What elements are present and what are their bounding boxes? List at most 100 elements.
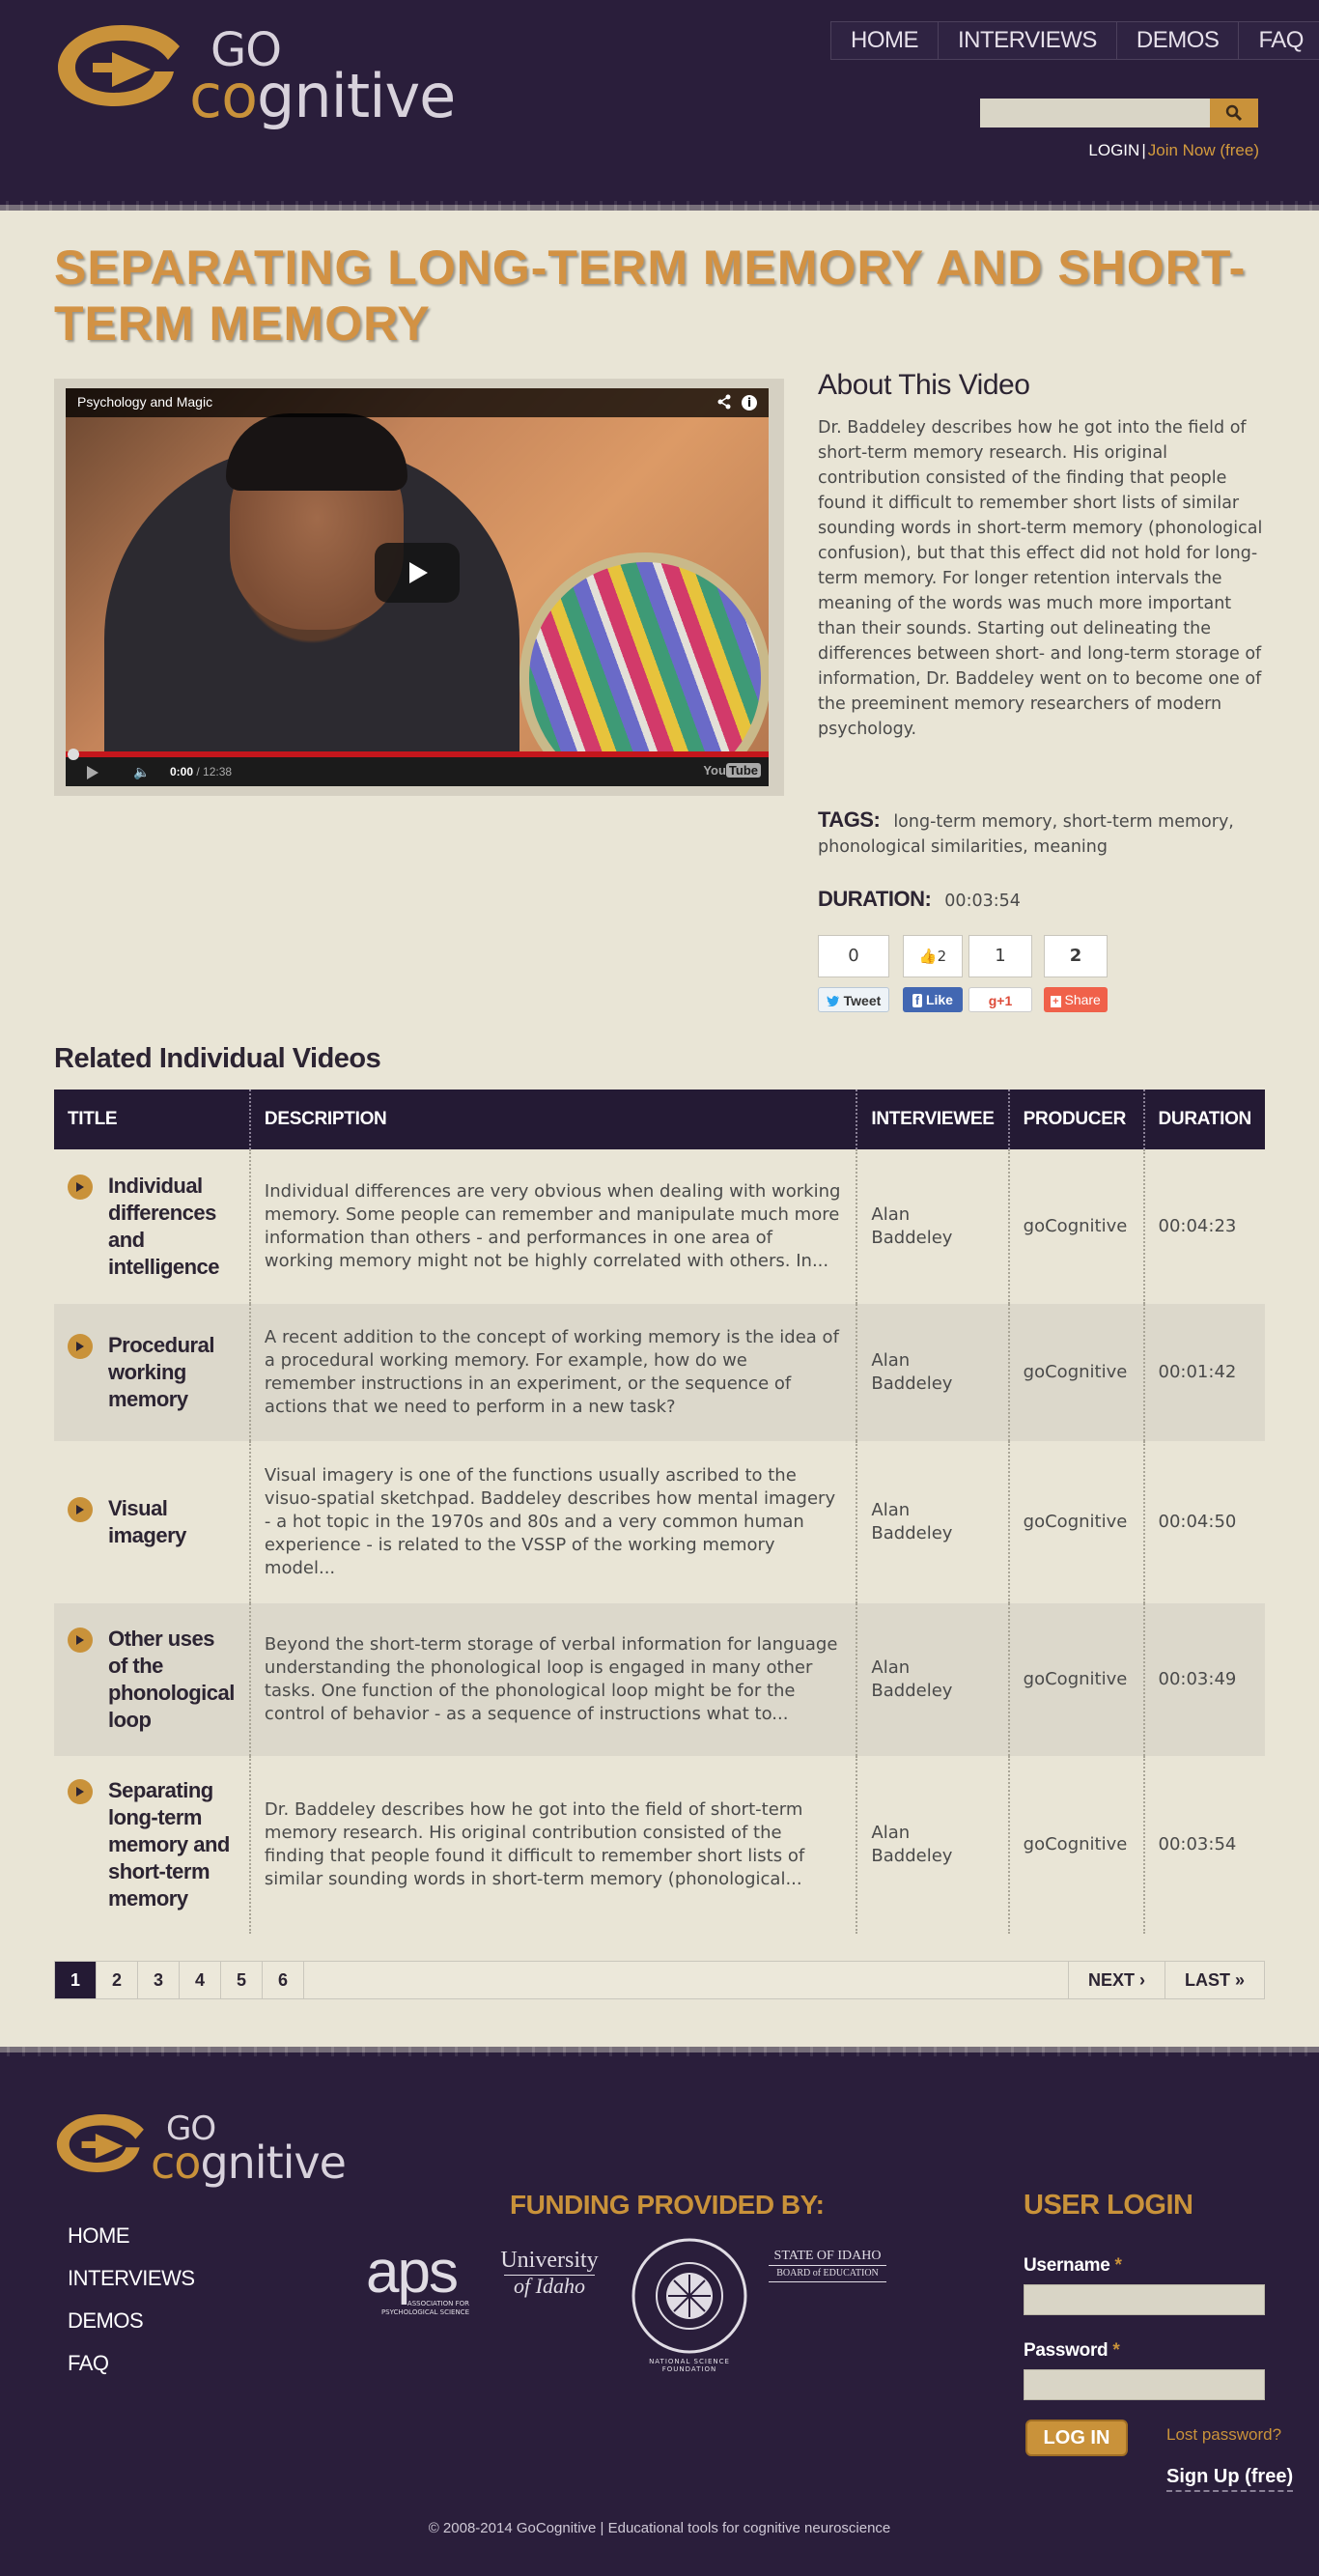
row-title-link[interactable]: Separating long-term memory and short-te…: [108, 1777, 236, 1912]
tweet-button[interactable]: Tweet: [818, 987, 889, 1012]
required-marker: *: [1112, 2340, 1120, 2361]
tags-value[interactable]: long-term memory, short-term memory, pho…: [818, 812, 1234, 857]
footer-nav-demos[interactable]: DEMOS: [68, 2300, 195, 2342]
aps-text: aps: [366, 2239, 459, 2306]
gplus-button[interactable]: g+1: [968, 987, 1032, 1012]
aps-logo[interactable]: aps ASSOCIATION FOR PSYCHOLOGICAL SCIENC…: [353, 2239, 469, 2317]
row-producer: goCognitive: [1008, 1756, 1145, 1934]
row-description: A recent addition to the concept of work…: [249, 1304, 858, 1441]
nav-interviews[interactable]: INTERVIEWS: [939, 22, 1117, 59]
arrow-right-icon: [68, 1497, 93, 1522]
row-duration: 00:03:49: [1143, 1603, 1265, 1756]
login-button[interactable]: LOG IN: [1025, 2420, 1128, 2456]
like-count: 2: [937, 948, 947, 965]
page-1[interactable]: 1: [55, 1962, 97, 1998]
row-duration: 00:03:54: [1158, 1834, 1237, 1854]
idaho-board-logo[interactable]: STATE OF IDAHO BOARD of EDUCATION: [769, 2248, 886, 2282]
share-button[interactable]: + Share: [1044, 987, 1108, 1012]
gplus-label: +1: [996, 993, 1013, 1008]
search-input[interactable]: [980, 99, 1210, 127]
nav-demos[interactable]: DEMOS: [1117, 22, 1240, 59]
uidaho-line1: University: [500, 2248, 599, 2273]
main-nav: HOME INTERVIEWS DEMOS FAQ: [830, 21, 1319, 60]
volume-icon[interactable]: 🔈: [133, 765, 150, 780]
pager-spacer: [304, 1962, 1068, 1998]
username-label-text: Username: [1024, 2255, 1110, 2276]
duration-label: DURATION:: [818, 887, 932, 911]
related-videos-table: TITLE DESCRIPTION INTERVIEWEE PRODUCER D…: [54, 1090, 1265, 1934]
video-title[interactable]: Psychology and Magic: [77, 394, 212, 410]
like-label: Like: [925, 992, 953, 1007]
play-button[interactable]: [375, 543, 460, 603]
info-icon[interactable]: i: [742, 395, 757, 410]
progress-bar[interactable]: [66, 749, 769, 760]
site-logo[interactable]: GO cognitive: [54, 17, 489, 127]
row-producer: goCognitive: [1008, 1603, 1145, 1756]
col-title[interactable]: TITLE: [54, 1090, 251, 1149]
row-title-cell: Individual differences and intelligence: [54, 1149, 251, 1304]
nsf-seal-icon: [631, 2238, 747, 2354]
share-label: Share: [1064, 992, 1101, 1007]
like-count-box: 👍2: [903, 935, 963, 977]
username-field[interactable]: [1024, 2284, 1265, 2315]
row-duration: 00:01:42: [1143, 1304, 1265, 1441]
logo-co: co: [189, 61, 258, 131]
control-play-icon[interactable]: [87, 766, 98, 779]
video-frame: Psychology and Magic i 🔈 0:00 / 12:38 Yo…: [54, 379, 784, 796]
signup-link[interactable]: Sign Up (free): [1166, 2466, 1294, 2492]
uidaho-logo[interactable]: University of Idaho: [489, 2248, 610, 2297]
row-title-link[interactable]: Visual imagery: [108, 1495, 236, 1549]
page-4[interactable]: 4: [180, 1962, 221, 1998]
last-page-button[interactable]: LAST »: [1164, 1962, 1264, 1998]
row-interviewee: Alan Baddeley: [856, 1441, 1010, 1603]
join-link[interactable]: Join Now (free): [1148, 141, 1259, 159]
row-producer: goCognitive: [1008, 1441, 1145, 1603]
share-count: 2: [1044, 935, 1108, 977]
related-heading: Related Individual Videos: [54, 1043, 381, 1074]
page-2[interactable]: 2: [97, 1962, 138, 1998]
auth-separator: |: [1141, 141, 1146, 159]
search-button[interactable]: [1210, 99, 1258, 127]
row-title-link[interactable]: Other uses of the phonological loop: [108, 1626, 236, 1734]
footer-nav-interviews[interactable]: INTERVIEWS: [68, 2257, 195, 2300]
lost-password-link[interactable]: Lost password?: [1166, 2425, 1281, 2445]
password-label-text: Password: [1024, 2340, 1109, 2361]
arrow-right-icon: [68, 1779, 93, 1804]
footer-logo[interactable]: GO cognitive: [54, 2109, 373, 2186]
nav-faq[interactable]: FAQ: [1239, 22, 1319, 59]
row-title-link[interactable]: Individual differences and intelligence: [108, 1173, 236, 1281]
row-title-cell: Other uses of the phonological loop: [54, 1603, 251, 1756]
row-description: Beyond the short-term storage of verbal …: [249, 1603, 858, 1756]
play-icon: [409, 562, 428, 583]
video-player[interactable]: Psychology and Magic i 🔈 0:00 / 12:38 Yo…: [66, 388, 769, 786]
col-description: DESCRIPTION: [249, 1090, 858, 1149]
share-icon[interactable]: [716, 394, 732, 413]
row-title-link[interactable]: Procedural working memory: [108, 1332, 236, 1413]
page-5[interactable]: 5: [221, 1962, 263, 1998]
logo-swirl-icon: [56, 2114, 144, 2172]
arrow-right-icon: [68, 1175, 93, 1200]
table-row: Separating long-term memory and short-te…: [54, 1756, 1265, 1934]
password-field[interactable]: [1024, 2369, 1265, 2400]
nav-home[interactable]: HOME: [831, 22, 939, 59]
nsf-logo[interactable]: NATIONAL SCIENCE FOUNDATION: [630, 2236, 749, 2373]
username-label: Username *: [1024, 2255, 1122, 2277]
row-producer: goCognitive: [1008, 1304, 1145, 1441]
login-link[interactable]: LOGIN: [1088, 141, 1139, 159]
page-3[interactable]: 3: [138, 1962, 180, 1998]
page-6[interactable]: 6: [263, 1962, 304, 1998]
site-header: GO cognitive HOME INTERVIEWS DEMOS FAQ LO…: [0, 0, 1319, 211]
next-page-button[interactable]: NEXT ›: [1067, 1962, 1165, 1998]
youtube-logo[interactable]: You Tube: [703, 763, 761, 778]
row-title-cell: Procedural working memory: [54, 1304, 251, 1441]
logo-swirl-icon: [58, 25, 180, 106]
logo-wordmark: GO cognitive: [189, 27, 456, 127]
progress-knob[interactable]: [68, 749, 79, 760]
time-current: 0:00: [170, 765, 194, 778]
row-description: Dr. Baddeley describes how he got into t…: [249, 1756, 858, 1934]
footer-nav-faq[interactable]: FAQ: [68, 2342, 195, 2385]
facebook-like-button[interactable]: f Like: [903, 987, 963, 1012]
about-heading: About This Video: [818, 369, 1030, 401]
footer-nav-home[interactable]: HOME: [68, 2215, 195, 2257]
about-section: About This Video Dr. Baddeley describes …: [818, 369, 1266, 742]
